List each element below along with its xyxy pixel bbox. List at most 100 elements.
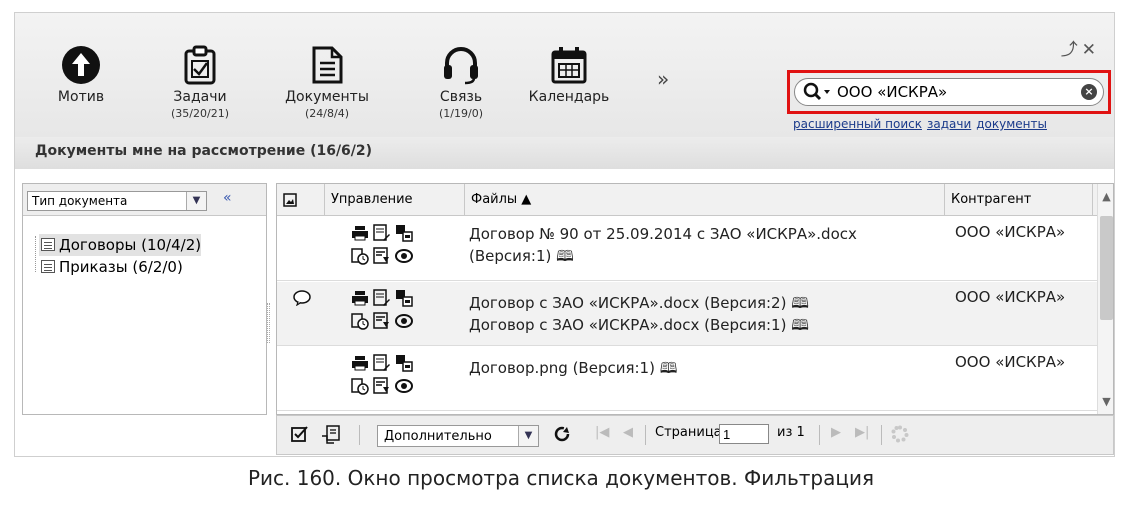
comment-icon[interactable] xyxy=(293,290,311,306)
versions-icon[interactable] xyxy=(395,289,413,307)
image-column-icon xyxy=(283,193,297,207)
scroll-thumb[interactable] xyxy=(1100,216,1113,320)
grid-toolbar: Дополнительно ▼ |◀ ◀ Страница из 1 ▶ ▶| xyxy=(276,415,1114,455)
loading-spinner-icon xyxy=(891,425,909,443)
panel-splitter[interactable] xyxy=(267,303,270,343)
more-toolbar-button[interactable]: » xyxy=(657,67,669,91)
document-type-select[interactable]: Тип документа ▼ xyxy=(27,191,207,211)
search-highlight: × xyxy=(787,70,1111,114)
previous-page-icon[interactable]: ◀ xyxy=(623,425,633,440)
scroll-down-icon[interactable]: ▼ xyxy=(1098,395,1113,408)
search-documents-link[interactable]: документы xyxy=(976,117,1047,131)
row-files: Договор с ЗАО «ИСКРА».docx (Версия:2) 🕮 … xyxy=(469,292,809,336)
column-header-control[interactable]: Управление xyxy=(325,184,465,216)
tree-item-contracts[interactable]: Договоры (10/4/2) xyxy=(39,234,202,256)
row-counterparty: ООО «ИСКРА» xyxy=(955,288,1066,306)
view-eye-icon[interactable] xyxy=(395,247,413,265)
file-link[interactable]: Договор.png (Версия:1) 🕮 xyxy=(469,357,677,379)
first-page-icon[interactable]: |◀ xyxy=(595,425,609,440)
additional-actions-select[interactable]: Дополнительно ▼ xyxy=(377,425,539,447)
toolbar-count: (1/19/0) xyxy=(439,107,483,120)
send-document-icon[interactable] xyxy=(351,247,369,265)
column-header-preview[interactable] xyxy=(277,184,325,216)
vertical-scrollbar[interactable]: ▲ ▼ xyxy=(1097,184,1113,414)
toolbar-label: Календарь xyxy=(528,89,610,105)
refresh-icon[interactable] xyxy=(553,425,571,443)
file-link[interactable]: Договор № 90 от 25.09.2014 с ЗАО «ИСКРА»… xyxy=(469,223,857,245)
download-icon[interactable] xyxy=(373,312,391,330)
download-icon[interactable] xyxy=(373,377,391,395)
toolbar-motiv-button[interactable]: Мотив xyxy=(43,45,119,105)
export-list-icon[interactable] xyxy=(321,425,341,445)
advanced-search-link[interactable]: расширенный поиск xyxy=(793,117,922,131)
toolbar-documents-button[interactable]: Документы (24/8/4) xyxy=(277,45,377,120)
print-icon[interactable] xyxy=(351,354,369,372)
toolbar-calendar-button[interactable]: Календарь xyxy=(523,45,615,105)
document-type-select-value: Тип документа xyxy=(32,194,128,208)
file-link[interactable]: Договор с ЗАО «ИСКРА».docx (Версия:2) 🕮 xyxy=(469,292,809,314)
last-page-icon[interactable]: ▶| xyxy=(855,425,869,440)
clipboard-check-icon xyxy=(184,45,216,85)
row-actions xyxy=(349,223,417,269)
view-eye-icon[interactable] xyxy=(395,312,413,330)
toolbar-divider xyxy=(881,425,882,445)
filter-panel-header: Тип документа ▼ « xyxy=(23,184,266,216)
column-header-counterparty[interactable]: Контрагент xyxy=(945,184,1093,216)
search-links: расширенный поиск задачи документы xyxy=(793,117,1052,131)
document-icon xyxy=(312,46,343,84)
toolbar-divider xyxy=(819,425,820,445)
search-input[interactable] xyxy=(837,82,1067,102)
table-row[interactable]: Договор № 90 от 25.09.2014 с ЗАО «ИСКРА»… xyxy=(277,217,1097,281)
search-icon[interactable] xyxy=(803,82,833,102)
row-counterparty: ООО «ИСКРА» xyxy=(955,223,1066,241)
download-icon[interactable] xyxy=(373,247,391,265)
table-row[interactable]: Договор с ЗАО «ИСКРА».docx (Версия:2) 🕮 … xyxy=(277,282,1097,346)
page-label: Страница xyxy=(655,425,722,440)
search-tasks-link[interactable]: задачи xyxy=(927,117,971,131)
toolbar-divider xyxy=(359,425,360,445)
toolbar-tasks-button[interactable]: Задачи (35/20/21) xyxy=(155,45,245,120)
column-header-files[interactable]: Файлы ▲ xyxy=(465,184,945,216)
toolbar-label: Мотив xyxy=(57,89,105,105)
list-icon xyxy=(41,238,55,251)
send-document-icon[interactable] xyxy=(351,312,369,330)
edit-document-icon[interactable] xyxy=(373,289,391,307)
toolbar-communication-button[interactable]: Связь (1/19/0) xyxy=(427,45,495,120)
calendar-icon xyxy=(551,47,587,84)
chevron-down-icon[interactable]: ▼ xyxy=(186,192,206,210)
toolbar-count: (24/8/4) xyxy=(305,107,349,120)
collapse-panel-button[interactable]: « xyxy=(223,190,232,206)
edit-document-icon[interactable] xyxy=(373,354,391,372)
row-actions xyxy=(349,288,417,334)
versions-icon[interactable] xyxy=(395,354,413,372)
file-link[interactable]: (Версия:1) 🕮 xyxy=(469,245,857,267)
send-document-icon[interactable] xyxy=(351,377,369,395)
toolbar-label: Документы xyxy=(285,89,369,105)
chevron-down-icon[interactable]: ▼ xyxy=(518,426,538,446)
tree-item-label: Договоры (10/4/2) xyxy=(59,236,202,254)
toolbar-divider xyxy=(645,425,646,445)
edit-document-icon[interactable] xyxy=(373,224,391,242)
row-files: Договор № 90 от 25.09.2014 с ЗАО «ИСКРА»… xyxy=(469,223,857,267)
headset-icon xyxy=(444,47,478,85)
toolbar-label: Связь xyxy=(439,89,483,105)
edit-checkbox-icon[interactable] xyxy=(291,425,309,443)
print-icon[interactable] xyxy=(351,224,369,242)
tree-item-orders[interactable]: Приказы (6/2/0) xyxy=(39,256,201,278)
next-page-icon[interactable]: ▶ xyxy=(831,425,841,440)
page-total-label: из 1 xyxy=(777,425,805,440)
print-icon[interactable] xyxy=(351,289,369,307)
tree-item-label: Приказы (6/2/0) xyxy=(59,258,183,276)
table-row[interactable]: Договор.png (Версия:1) 🕮 ООО «ИСКРА» xyxy=(277,347,1097,411)
scroll-up-icon[interactable]: ▲ xyxy=(1098,190,1113,203)
versions-icon[interactable] xyxy=(395,224,413,242)
file-link[interactable]: Договор с ЗАО «ИСКРА».docx (Версия:1) 🕮 xyxy=(469,314,809,336)
view-eye-icon[interactable] xyxy=(395,377,413,395)
page-number-input[interactable] xyxy=(719,424,769,444)
arrow-up-circle-icon xyxy=(62,46,100,84)
window-controls[interactable]: ⤴✕ xyxy=(1061,35,1100,60)
row-files: Договор.png (Версия:1) 🕮 xyxy=(469,357,677,379)
clear-search-icon[interactable]: × xyxy=(1081,84,1097,100)
grid-header: Управление Файлы ▲ Контрагент xyxy=(277,184,1097,216)
documents-grid: Управление Файлы ▲ Контрагент Договор № … xyxy=(276,183,1114,415)
